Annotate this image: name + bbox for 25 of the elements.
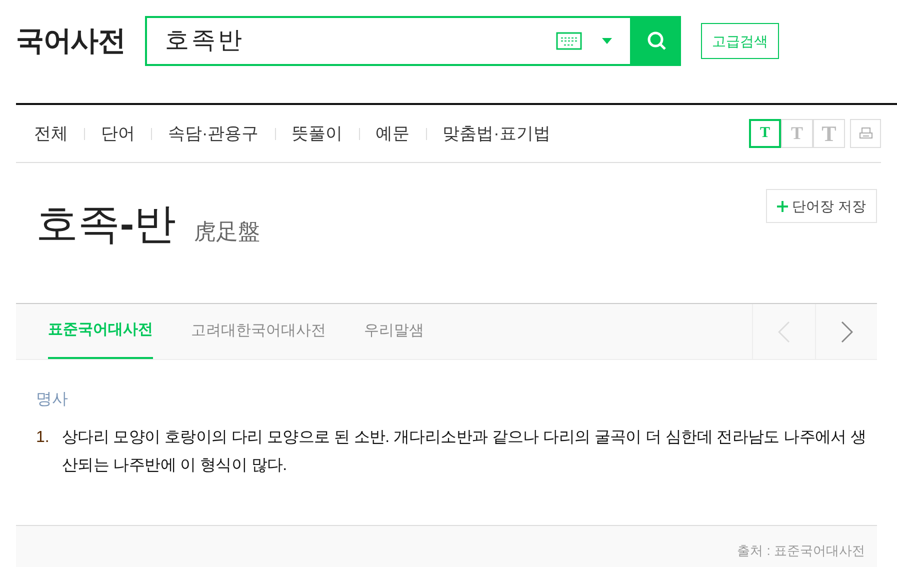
part-of-speech: 명사 xyxy=(36,390,69,410)
chevron-left-icon xyxy=(778,320,790,342)
save-to-wordbook-button[interactable]: 단어장 저장 xyxy=(766,189,877,223)
dropdown-caret-icon[interactable] xyxy=(602,38,612,44)
hanja-text: 虎足盤 xyxy=(194,221,260,243)
search-button[interactable] xyxy=(632,16,681,66)
dictionary-logo[interactable]: 국어사전 xyxy=(16,20,145,62)
nav-tab[interactable]: 맞춤법·표기법 xyxy=(442,120,550,146)
printer-icon xyxy=(858,126,872,140)
headword: 호족-반 xyxy=(36,203,176,245)
source-text: 출처 : 표준국어대사전 xyxy=(737,542,865,560)
search-icon xyxy=(646,31,666,51)
definition-text: 상다리 모양이 호랑이의 다리 모양으로 된 소반. 개다리소반과 같으나 다리의 굴곡이 더 심한데 전라남도 나주에서 생산되는 나주반에 이 형식이 많다. xyxy=(62,428,868,476)
nav-tab[interactable]: 뜻풀이 xyxy=(292,120,343,146)
definition-number: 1. xyxy=(36,428,50,448)
search-input[interactable]: 호족반 xyxy=(165,23,556,59)
print-button[interactable] xyxy=(850,119,881,148)
search-field[interactable]: 호족반 xyxy=(145,16,632,66)
nav-tab[interactable]: 전체 xyxy=(34,120,68,146)
nav-tab[interactable]: 단어 xyxy=(101,120,135,146)
nav-tab[interactable]: 속담·관용구 xyxy=(168,120,259,146)
plus-icon xyxy=(777,200,788,212)
keyboard-icon[interactable] xyxy=(556,32,582,50)
chevron-right-icon xyxy=(840,320,852,342)
nav-tab[interactable]: 예문 xyxy=(376,120,410,146)
